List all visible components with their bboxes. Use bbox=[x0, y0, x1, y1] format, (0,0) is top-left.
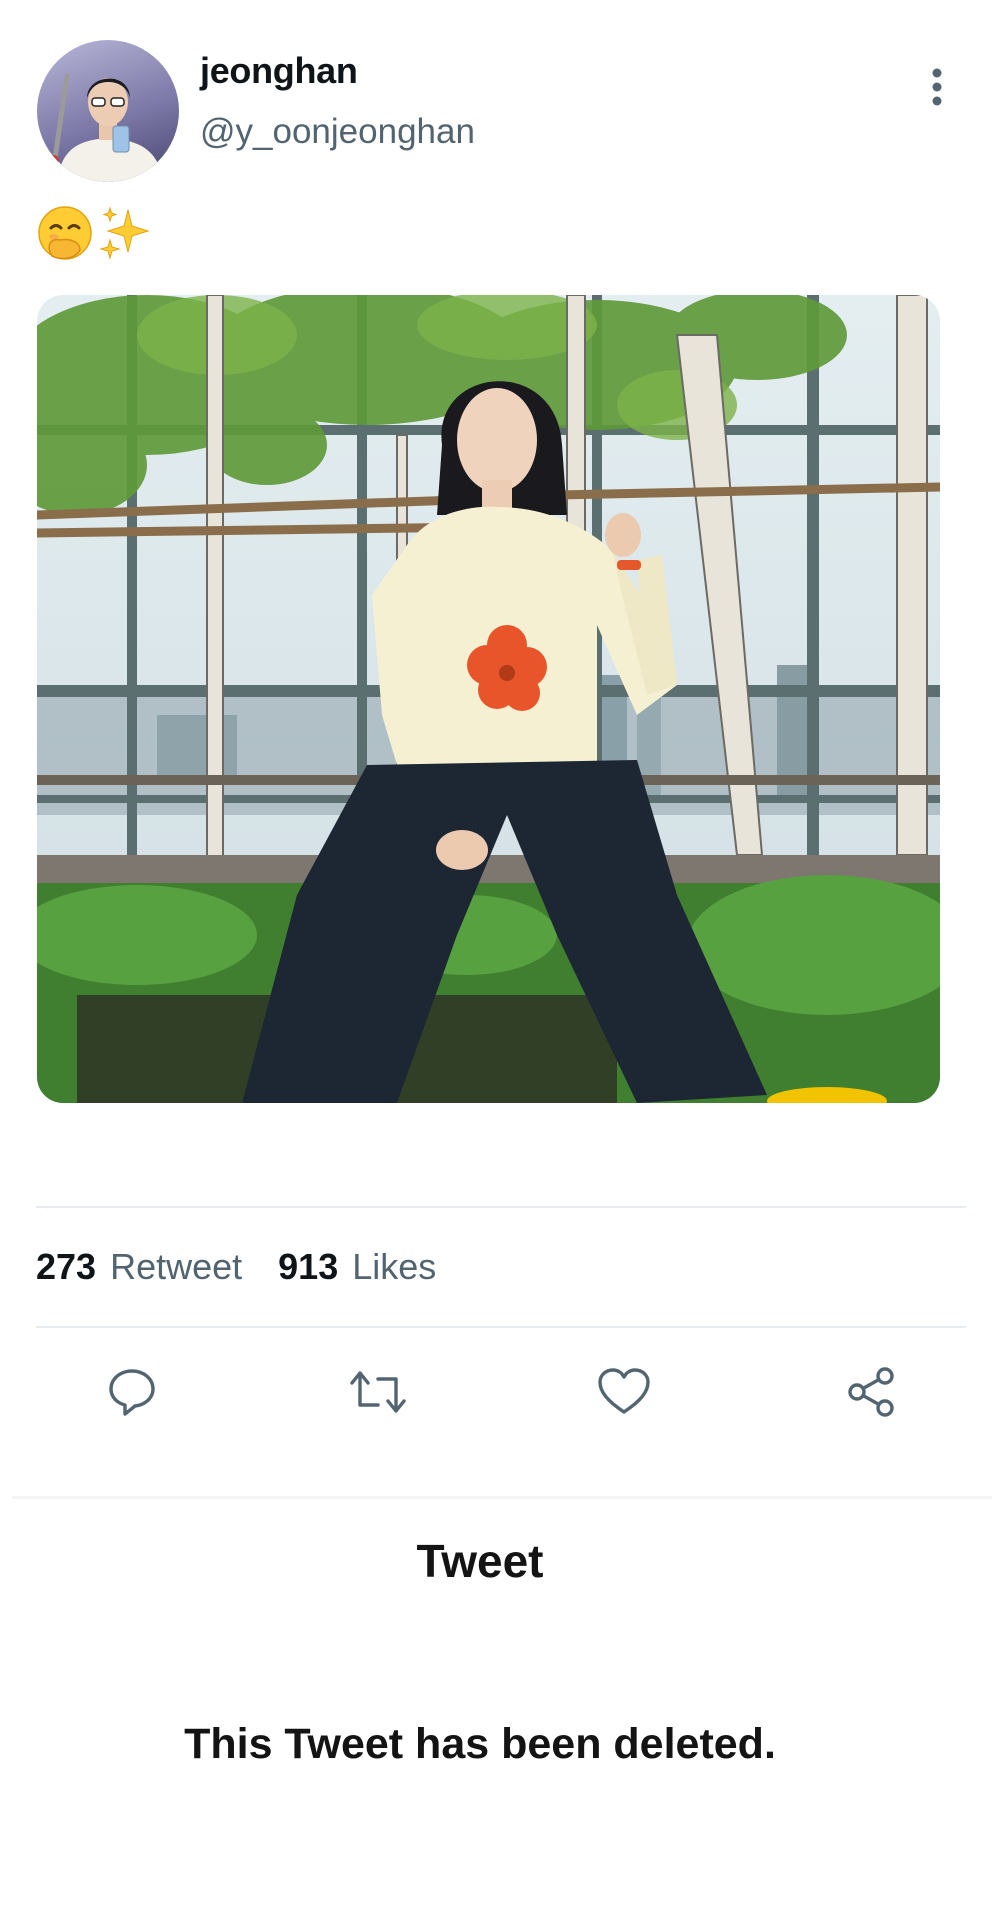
user-handle[interactable]: @y_oonjeonghan bbox=[200, 112, 475, 152]
likes-count: 913 bbox=[278, 1246, 339, 1287]
retweets-label[interactable]: Retweet bbox=[110, 1246, 242, 1288]
like-button[interactable] bbox=[594, 1362, 654, 1422]
stats-bottom-divider bbox=[36, 1326, 966, 1328]
share-button[interactable] bbox=[842, 1362, 902, 1422]
section-divider bbox=[12, 1496, 992, 1499]
tweet-text bbox=[36, 204, 152, 264]
share-nodes-icon bbox=[848, 1367, 894, 1417]
retweets-count: 273 bbox=[36, 1246, 97, 1287]
deleted-tweet-section: Tweet This Tweet has been deleted. bbox=[0, 1500, 1003, 1920]
tweet-stats: 273 Retweet 913 Likes bbox=[36, 1246, 436, 1288]
likes-label[interactable]: Likes bbox=[352, 1246, 436, 1288]
reply-button[interactable] bbox=[102, 1362, 162, 1422]
heart-icon bbox=[598, 1368, 650, 1414]
comment-bubble-icon bbox=[109, 1369, 155, 1416]
more-options-button[interactable] bbox=[920, 62, 954, 112]
face-with-hand-over-mouth-emoji bbox=[36, 204, 94, 264]
retweet-arrows-icon bbox=[350, 1371, 406, 1413]
tweet-photo[interactable] bbox=[37, 295, 940, 1103]
avatar[interactable] bbox=[37, 40, 179, 182]
stats-top-divider bbox=[36, 1206, 966, 1208]
tweet-card[interactable]: jeonghan @y_oonjeonghan 273 Retweet 913 … bbox=[0, 0, 1003, 1498]
retweet-button[interactable] bbox=[348, 1362, 408, 1422]
section-title: Tweet bbox=[416, 1535, 544, 1587]
display-name[interactable]: jeonghan bbox=[200, 50, 358, 92]
deleted-tweet-message: This Tweet has been deleted. bbox=[184, 1720, 776, 1768]
sparkles-emoji bbox=[98, 204, 152, 264]
more-vertical-icon bbox=[932, 68, 942, 106]
